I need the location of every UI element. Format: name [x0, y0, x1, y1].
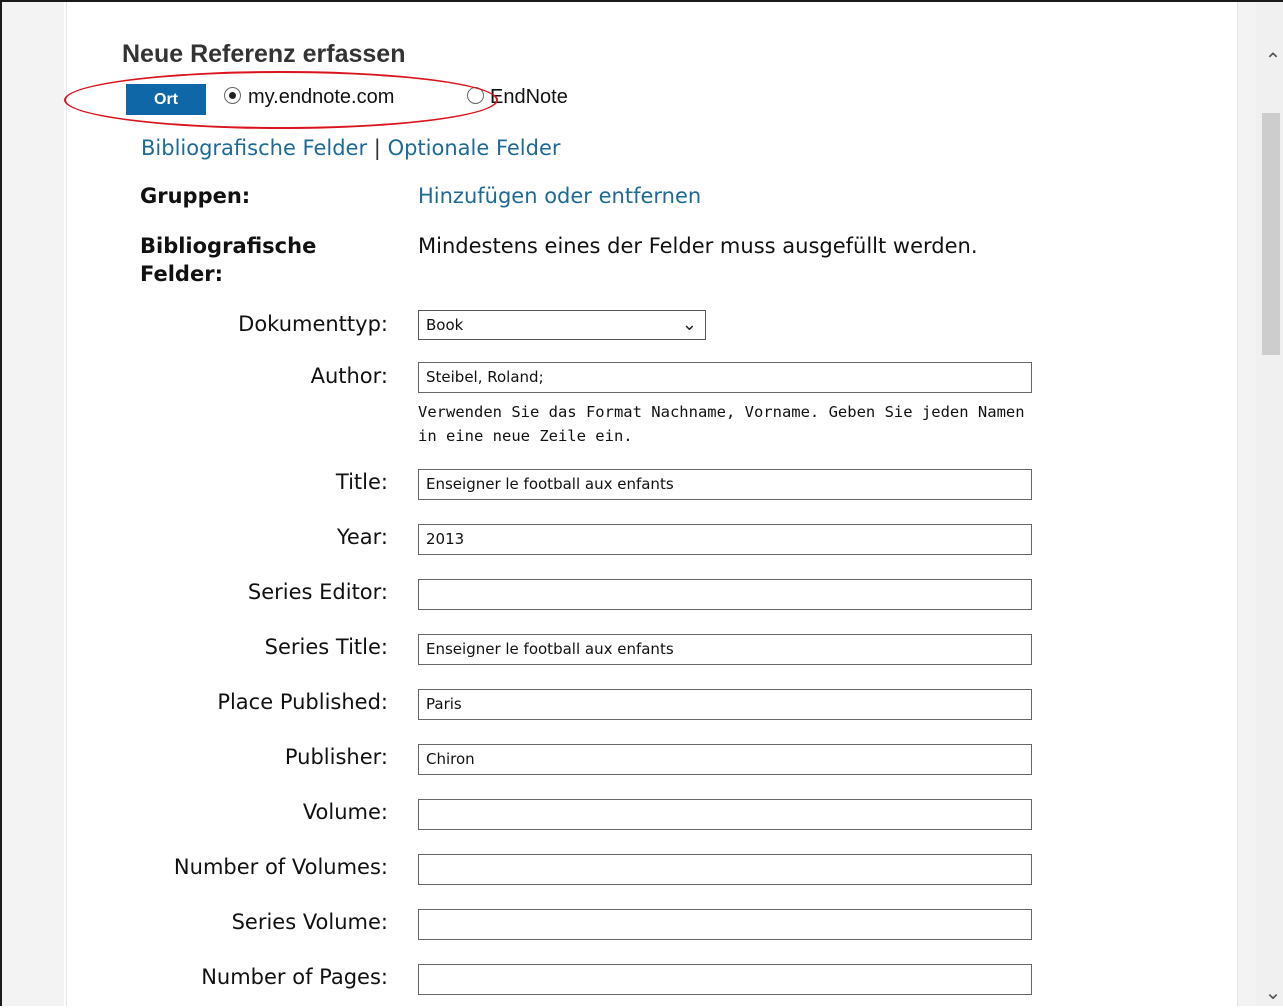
title-input[interactable]: Enseigner le football aux enfants — [418, 469, 1032, 500]
year-input[interactable]: 2013 — [418, 524, 1032, 555]
radio-my-endnote[interactable] — [224, 87, 241, 104]
left-gutter — [2, 2, 64, 1006]
doctype-value: Book — [426, 316, 464, 334]
series-volume-label: Series Volume: — [231, 910, 388, 934]
author-label: Author: — [310, 364, 388, 388]
scrollbar-thumb[interactable] — [1262, 113, 1280, 355]
year-label: Year: — [336, 525, 388, 549]
author-hint: Verwenden Sie das Format Nachname, Vorna… — [418, 400, 1198, 448]
number-of-pages-label: Number of Pages: — [201, 965, 388, 989]
number-of-volumes-label: Number of Volumes: — [173, 855, 388, 879]
title-label: Title: — [335, 470, 388, 494]
bib-fields-label-2: Felder: — [140, 262, 223, 286]
chevron-down-icon: ⌄ — [681, 314, 697, 335]
bib-fields-note: Mindestens eines der Felder muss ausgefü… — [418, 234, 978, 258]
page-title: Neue Referenz erfassen — [122, 40, 406, 68]
doctype-label: Dokumenttyp: — [238, 312, 388, 336]
radio-label-my-endnote: my.endnote.com — [248, 86, 395, 108]
author-hint-line: Verwenden Sie das Format Nachname, Vorna… — [418, 403, 1025, 421]
volume-label: Volume: — [302, 800, 388, 824]
publisher-label: Publisher: — [284, 745, 388, 769]
volume-input[interactable] — [418, 799, 1032, 830]
field-links: Bibliografische Felder | Optionale Felde… — [141, 136, 561, 160]
number-of-pages-input[interactable] — [418, 964, 1032, 995]
place-published-label: Place Published: — [217, 690, 388, 714]
right-gutter — [1238, 2, 1256, 1006]
author-hint-line: in eine neue Zeile ein. — [418, 427, 633, 445]
number-of-volumes-input[interactable] — [418, 854, 1032, 885]
series-title-input[interactable]: Enseigner le football aux enfants — [418, 634, 1032, 665]
author-input[interactable]: Steibel, Roland; — [418, 362, 1032, 393]
chevron-down-icon[interactable]: ⌄ — [1263, 982, 1283, 1002]
link-optional-fields[interactable]: Optionale Felder — [388, 136, 561, 160]
location-button[interactable]: Ort — [126, 84, 206, 115]
bib-fields-label-1: Bibliografische — [140, 234, 317, 258]
place-published-input[interactable]: Paris — [418, 689, 1032, 720]
doctype-select[interactable]: Book ⌄ — [418, 310, 706, 340]
divider — [66, 2, 67, 1006]
chevron-up-icon[interactable]: ⌃ — [1263, 50, 1283, 70]
series-editor-input[interactable] — [418, 579, 1032, 610]
link-bibliographic-fields[interactable]: Bibliografische Felder — [141, 136, 367, 160]
series-title-label: Series Title: — [264, 635, 388, 659]
publisher-input[interactable]: Chiron — [418, 744, 1032, 775]
link-separator: | — [373, 136, 381, 160]
groups-add-remove-link[interactable]: Hinzufügen oder entfernen — [418, 184, 701, 208]
radio-label-endnote: EndNote — [490, 86, 568, 108]
radio-endnote[interactable] — [467, 87, 484, 104]
series-volume-input[interactable] — [418, 909, 1032, 940]
groups-label: Gruppen: — [140, 184, 251, 208]
series-editor-label: Series Editor: — [247, 580, 388, 604]
